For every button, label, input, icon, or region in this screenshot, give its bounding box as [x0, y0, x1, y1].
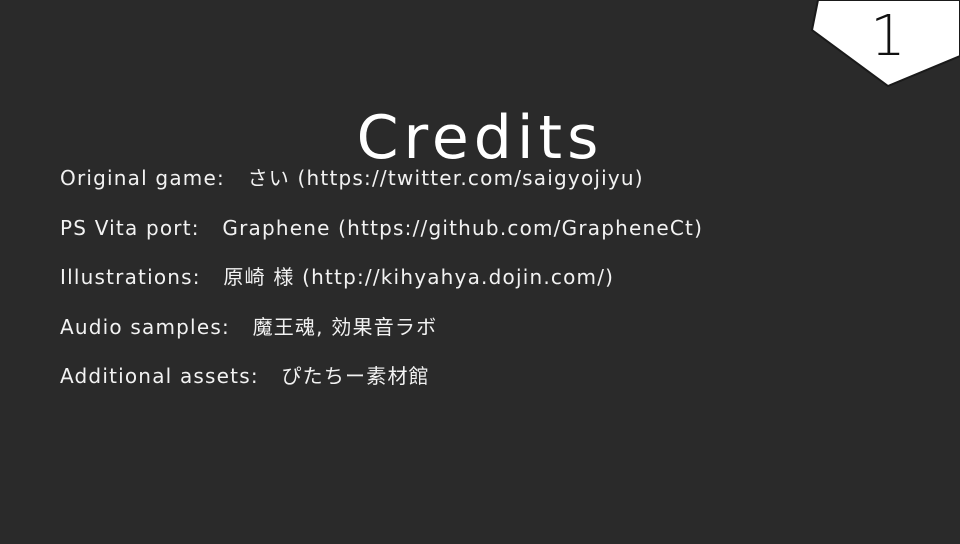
credit-value: さい (https://twitter.com/saigyojiyu) [247, 166, 644, 190]
credits-screen: 1 Credits Original game: さい (https://twi… [0, 0, 960, 544]
credit-value: Graphene (https://github.com/GrapheneCt) [222, 215, 704, 240]
page-number-badge: 1 [800, 0, 960, 90]
credit-label: Original game: [60, 166, 225, 190]
credit-label: PS Vita port: [60, 215, 200, 240]
credit-value: 魔王魂, 効果音ラボ [252, 314, 438, 339]
credit-original-game: Original game: さい (https://twitter.com/s… [60, 160, 703, 210]
credit-label: Audio samples: [60, 314, 230, 339]
credit-audio-samples: Audio samples: 魔王魂, 効果音ラボ [60, 309, 703, 359]
credit-ps-vita-port: PS Vita port: Graphene (https://github.c… [60, 210, 703, 260]
credit-illustrations: Illustrations: 原崎 様 (http://kihyahya.doj… [60, 259, 703, 309]
credit-value: ぴたちー素材館 [281, 364, 430, 388]
credit-label: Illustrations: [60, 265, 201, 289]
page-number: 1 [870, 4, 906, 69]
credits-list: Original game: さい (https://twitter.com/s… [60, 160, 703, 408]
credit-value: 原崎 様 (http://kihyahya.dojin.com/) [223, 265, 615, 289]
credit-additional-assets: Additional assets: ぴたちー素材館 [60, 358, 703, 408]
credit-label: Additional assets: [60, 364, 259, 388]
